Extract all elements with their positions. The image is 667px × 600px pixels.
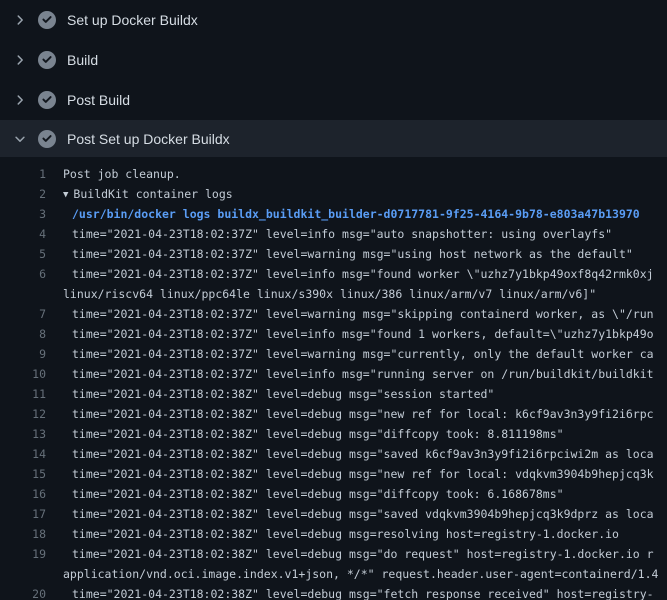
step-row-post-set-up-docker-buildx[interactable]: Post Set up Docker Buildx: [0, 120, 667, 157]
log-line-row: 17time="2021-04-23T18:02:38Z" level=debu…: [0, 504, 667, 524]
log-line-text: Post job cleanup.: [46, 164, 181, 184]
log-line-continuation-row: linux/riscv64 linux/ppc64le linux/s390x …: [0, 284, 667, 304]
line-number: [0, 564, 46, 584]
log-line-text: time="2021-04-23T18:02:37Z" level=info m…: [46, 364, 654, 384]
steps-list: Set up Docker Buildx Build Post Build: [0, 0, 667, 120]
check-circle-icon: [38, 51, 56, 69]
line-number[interactable]: 7: [0, 304, 46, 324]
log-line-row: 13time="2021-04-23T18:02:38Z" level=debu…: [0, 424, 667, 444]
line-number[interactable]: 5: [0, 244, 46, 264]
log-line-text: time="2021-04-23T18:02:38Z" level=debug …: [46, 384, 494, 404]
log-line-row: 4time="2021-04-23T18:02:37Z" level=info …: [0, 224, 667, 244]
line-number[interactable]: 13: [0, 424, 46, 444]
line-number[interactable]: 8: [0, 324, 46, 344]
line-number[interactable]: 15: [0, 464, 46, 484]
log-line-row: 11time="2021-04-23T18:02:38Z" level=debu…: [0, 384, 667, 404]
line-number[interactable]: 17: [0, 504, 46, 524]
log-line-text: time="2021-04-23T18:02:37Z" level=warnin…: [46, 304, 654, 324]
chevron-right-icon: [12, 52, 28, 68]
log-line-text: time="2021-04-23T18:02:37Z" level=info m…: [46, 224, 612, 244]
log-output: 1Post job cleanup.2 ▼ BuildKit container l…: [0, 157, 667, 600]
log-line-row: 2 ▼ BuildKit container logs: [0, 184, 667, 204]
chevron-right-icon: [12, 12, 28, 28]
line-number[interactable]: 11: [0, 384, 46, 404]
line-number[interactable]: 16: [0, 484, 46, 504]
line-number[interactable]: 19: [0, 544, 46, 564]
line-number: [0, 284, 46, 304]
check-circle-icon: [38, 130, 56, 148]
log-line-text: linux/riscv64 linux/ppc64le linux/s390x …: [46, 284, 596, 304]
step-label: Post Build: [67, 93, 130, 107]
chevron-right-icon: [12, 92, 28, 108]
log-group-label: BuildKit container logs: [73, 187, 232, 201]
line-number[interactable]: 4: [0, 224, 46, 244]
check-circle-icon: [38, 11, 56, 29]
log-line-row: 6time="2021-04-23T18:02:37Z" level=info …: [0, 264, 667, 284]
log-line-text: time="2021-04-23T18:02:37Z" level=warnin…: [46, 344, 654, 364]
log-line-text: time="2021-04-23T18:02:38Z" level=debug …: [46, 524, 619, 544]
log-line-continuation-row: application/vnd.oci.image.index.v1+json,…: [0, 564, 667, 584]
step-label: Post Set up Docker Buildx: [67, 132, 230, 146]
check-circle-icon: [38, 91, 56, 109]
line-number[interactable]: 1: [0, 164, 46, 184]
line-number[interactable]: 20: [0, 584, 46, 600]
log-line-row: 16time="2021-04-23T18:02:38Z" level=debu…: [0, 484, 667, 504]
log-line-text: time="2021-04-23T18:02:38Z" level=debug …: [46, 504, 654, 524]
line-number[interactable]: 10: [0, 364, 46, 384]
step-row-build[interactable]: Build: [0, 40, 667, 80]
step-row-post-build[interactable]: Post Build: [0, 80, 667, 120]
log-line-text: time="2021-04-23T18:02:37Z" level=info m…: [46, 324, 654, 344]
log-line-text: time="2021-04-23T18:02:37Z" level=warnin…: [46, 244, 633, 264]
log-line-text: time="2021-04-23T18:02:38Z" level=debug …: [46, 464, 654, 484]
step-label: Build: [67, 53, 98, 67]
collapse-triangle-icon[interactable]: ▼: [63, 185, 68, 204]
step-row-set-up-docker-buildx[interactable]: Set up Docker Buildx: [0, 0, 667, 40]
command-line-text: /usr/bin/docker logs buildx_buildkit_bui…: [46, 204, 640, 224]
log-line-row: 8time="2021-04-23T18:02:37Z" level=info …: [0, 324, 667, 344]
log-line-row: 15time="2021-04-23T18:02:38Z" level=debu…: [0, 464, 667, 484]
log-line-row: 5time="2021-04-23T18:02:37Z" level=warni…: [0, 244, 667, 264]
log-line-text: time="2021-04-23T18:02:38Z" level=debug …: [46, 584, 654, 600]
log-line-row: 1Post job cleanup.: [0, 164, 667, 184]
log-line-text: time="2021-04-23T18:02:38Z" level=debug …: [46, 424, 564, 444]
log-line-text: time="2021-04-23T18:02:38Z" level=debug …: [46, 484, 564, 504]
log-line-row: 7time="2021-04-23T18:02:37Z" level=warni…: [0, 304, 667, 324]
log-line-text: time="2021-04-23T18:02:38Z" level=debug …: [46, 544, 654, 564]
log-line-row: 20time="2021-04-23T18:02:38Z" level=debu…: [0, 584, 667, 600]
line-number[interactable]: 2: [0, 184, 46, 204]
log-line-row: 18time="2021-04-23T18:02:38Z" level=debu…: [0, 524, 667, 544]
step-label: Set up Docker Buildx: [67, 13, 198, 27]
log-line-text: time="2021-04-23T18:02:38Z" level=debug …: [46, 444, 654, 464]
line-number[interactable]: 9: [0, 344, 46, 364]
log-line-row: 19time="2021-04-23T18:02:38Z" level=debu…: [0, 544, 667, 564]
log-line-text: application/vnd.oci.image.index.v1+json,…: [46, 564, 658, 584]
line-number[interactable]: 6: [0, 264, 46, 284]
chevron-down-icon: [12, 131, 28, 147]
log-group-header: ▼ BuildKit container logs: [46, 184, 233, 204]
log-line-row: 12time="2021-04-23T18:02:38Z" level=debu…: [0, 404, 667, 424]
log-line-text: time="2021-04-23T18:02:37Z" level=info m…: [46, 264, 654, 284]
line-number[interactable]: 3: [0, 204, 46, 224]
line-number[interactable]: 18: [0, 524, 46, 544]
log-line-row: 9time="2021-04-23T18:02:37Z" level=warni…: [0, 344, 667, 364]
log-line-row: 3/usr/bin/docker logs buildx_buildkit_bu…: [0, 204, 667, 224]
actions-log-viewer: Set up Docker Buildx Build Post Build Post…: [0, 0, 667, 600]
line-number[interactable]: 12: [0, 404, 46, 424]
log-line-row: 14time="2021-04-23T18:02:38Z" level=debu…: [0, 444, 667, 464]
line-number[interactable]: 14: [0, 444, 46, 464]
log-line-row: 10time="2021-04-23T18:02:37Z" level=info…: [0, 364, 667, 384]
log-line-text: time="2021-04-23T18:02:38Z" level=debug …: [46, 404, 654, 424]
